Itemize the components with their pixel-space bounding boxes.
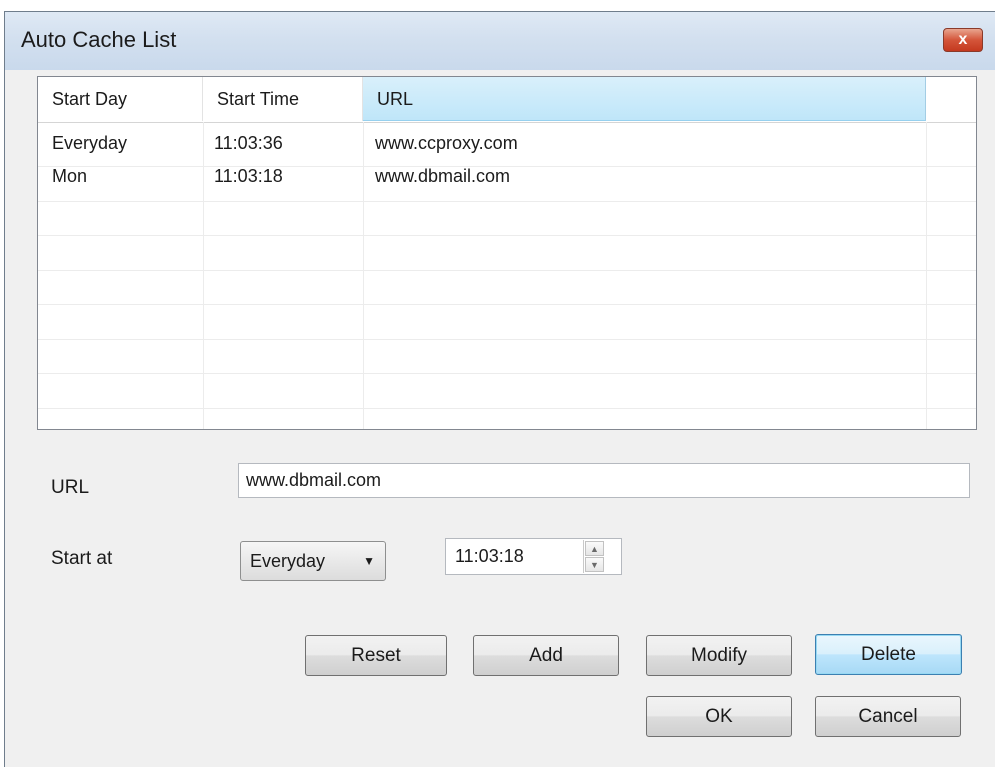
row-divider bbox=[38, 408, 976, 409]
time-spinner[interactable]: ▲ ▼ bbox=[583, 540, 605, 573]
cell-start-time: 11:03:18 bbox=[214, 166, 283, 186]
row-divider bbox=[38, 339, 976, 340]
start-day-value: Everyday bbox=[250, 551, 326, 571]
column-header-filler bbox=[926, 77, 976, 121]
url-label: URL bbox=[51, 477, 90, 498]
column-header-start-time[interactable]: Start Time bbox=[203, 77, 363, 121]
row-divider bbox=[38, 201, 976, 202]
close-icon: x bbox=[958, 31, 968, 48]
arrow-up-icon[interactable]: ▲ bbox=[585, 541, 604, 556]
list-header: Start Day Start Time URL bbox=[38, 77, 976, 123]
start-at-label: Start at bbox=[51, 548, 113, 569]
url-input[interactable]: www.dbmail.com bbox=[238, 463, 970, 498]
add-button[interactable]: Add bbox=[473, 635, 619, 676]
start-day-select[interactable]: Everyday ▼ bbox=[240, 541, 386, 581]
cell-url: www.ccproxy.com bbox=[375, 133, 518, 153]
close-button[interactable]: x bbox=[943, 28, 983, 52]
column-divider bbox=[203, 122, 204, 429]
delete-button[interactable]: Delete bbox=[815, 634, 962, 675]
ok-button[interactable]: OK bbox=[646, 696, 792, 737]
row-divider bbox=[38, 373, 976, 374]
cell-start-time: 11:03:36 bbox=[214, 133, 283, 153]
arrow-down-icon[interactable]: ▼ bbox=[585, 557, 604, 572]
column-header-url[interactable]: URL bbox=[363, 77, 926, 121]
modify-button[interactable]: Modify bbox=[646, 635, 792, 676]
title-bar[interactable]: Auto Cache List x bbox=[5, 12, 995, 70]
cell-start-day: Mon bbox=[52, 166, 88, 186]
cell-url: www.dbmail.com bbox=[375, 166, 511, 186]
column-header-start-day[interactable]: Start Day bbox=[38, 77, 203, 121]
row-divider bbox=[38, 304, 976, 305]
row-divider bbox=[38, 235, 976, 236]
cell-start-day: Everyday bbox=[52, 133, 128, 153]
window-title: Auto Cache List bbox=[21, 27, 177, 52]
auto-cache-list[interactable]: Start Day Start Time URL Everyday 11:03:… bbox=[37, 76, 977, 430]
column-divider bbox=[926, 122, 927, 429]
reset-button[interactable]: Reset bbox=[305, 635, 447, 676]
column-divider bbox=[363, 122, 364, 429]
row-divider bbox=[38, 270, 976, 271]
chevron-down-icon: ▼ bbox=[363, 554, 375, 568]
cancel-button[interactable]: Cancel bbox=[815, 696, 961, 737]
